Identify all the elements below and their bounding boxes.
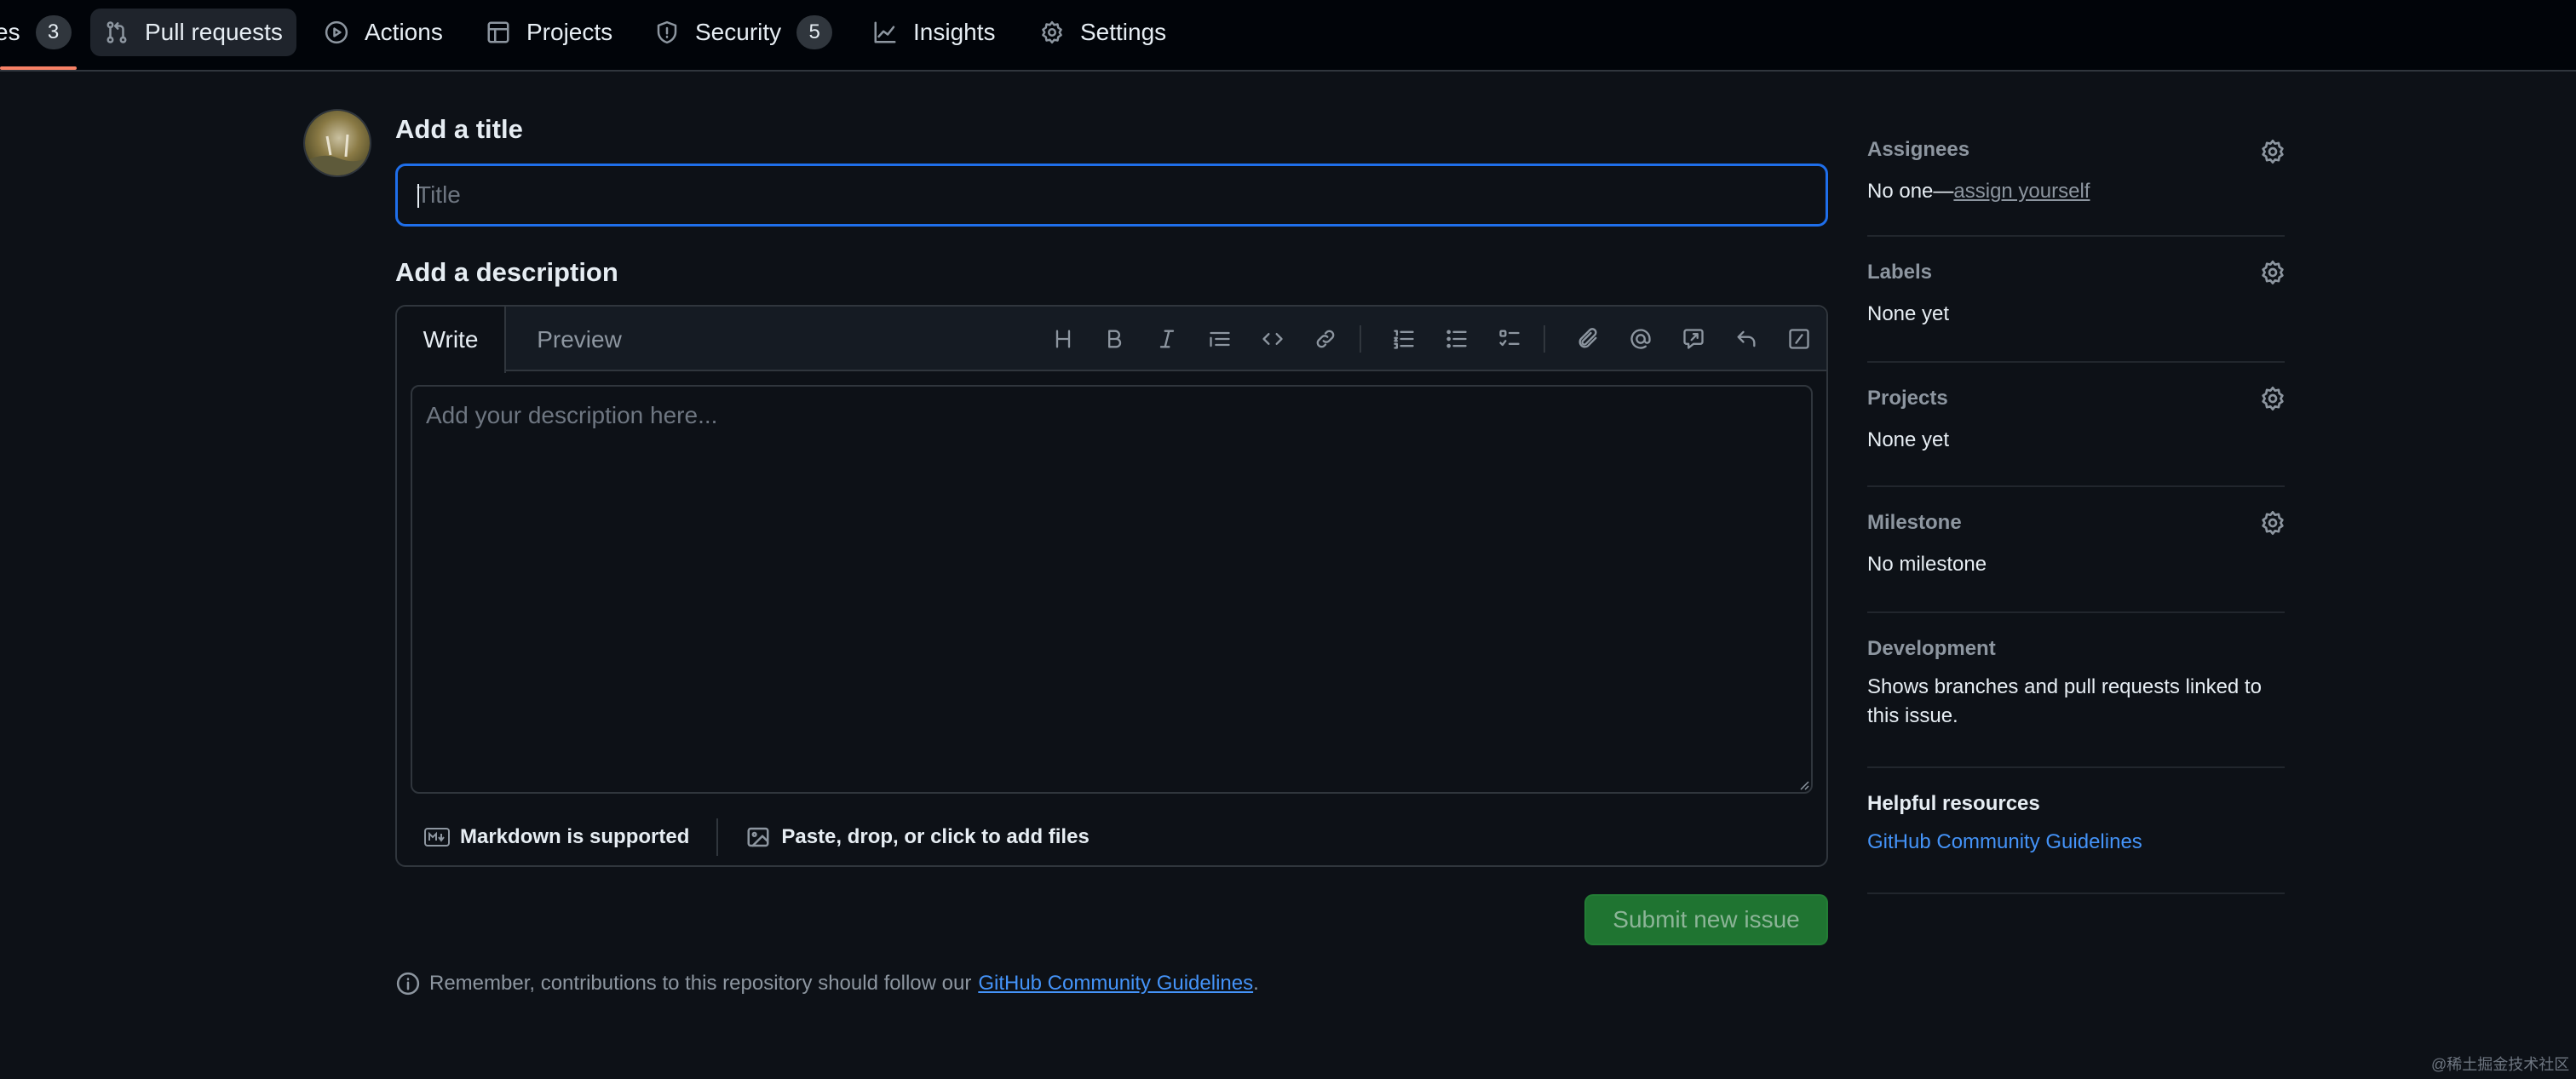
security-counter: 5 — [796, 15, 833, 49]
tab-pull-requests[interactable]: Pull requests — [90, 9, 296, 56]
task-list-icon[interactable] — [1492, 322, 1527, 356]
development-title: Development — [1867, 637, 1996, 660]
image-icon — [745, 824, 771, 850]
labels-title: Labels — [1867, 261, 1933, 284]
reminder-suffix: . — [1253, 972, 1259, 995]
watermark: @稀土掘金技术社区 — [2431, 1056, 2570, 1073]
numbered-list-icon[interactable] — [1387, 322, 1421, 356]
tab-insights-label: Insights — [913, 19, 996, 45]
unordered-list-icon[interactable] — [1440, 322, 1474, 356]
reference-icon[interactable] — [1676, 322, 1711, 356]
code-icon[interactable] — [1256, 322, 1290, 356]
title-input[interactable] — [395, 164, 1828, 227]
attach-icon[interactable] — [1571, 322, 1605, 356]
undo-icon[interactable] — [1729, 322, 1763, 356]
tab-security-label: Security — [695, 19, 782, 45]
tab-projects[interactable]: Projects — [472, 9, 626, 56]
markdown-note-label: Markdown is supported — [460, 825, 690, 848]
pull-request-icon — [104, 20, 129, 45]
tab-projects-label: Projects — [526, 19, 613, 45]
submit-new-issue-button[interactable]: Submit new issue — [1584, 894, 1828, 945]
markdown-icon — [424, 828, 450, 847]
tab-insights[interactable]: Insights — [859, 9, 1009, 56]
helpful-resources-section: Helpful resources GitHub Community Guide… — [1867, 768, 2285, 894]
mention-icon[interactable] — [1624, 322, 1658, 356]
bold-icon[interactable] — [1097, 322, 1131, 356]
active-tab-underline — [0, 66, 77, 70]
toolbar-divider — [1360, 325, 1361, 353]
title-heading: Add a title — [395, 114, 523, 144]
sidebar-guidelines-link[interactable]: GitHub Community Guidelines — [1867, 828, 2142, 857]
tab-write[interactable]: Write — [397, 307, 506, 373]
repo-nav: es 3 Pull requests Actions Projects Secu… — [0, 0, 2576, 72]
milestone-section: Milestone No milestone — [1867, 487, 2285, 613]
projects-gear-icon[interactable] — [2259, 385, 2286, 412]
description-textarea[interactable] — [411, 385, 1813, 794]
slash-commands-icon[interactable] — [1782, 322, 1816, 356]
community-guidelines-link[interactable]: GitHub Community Guidelines — [978, 972, 1253, 996]
assignees-value: No one—assign yourself — [1867, 177, 2090, 206]
markdown-note[interactable]: Markdown is supported — [397, 825, 716, 849]
assign-yourself-link[interactable]: assign yourself — [1953, 180, 2090, 203]
avatar[interactable] — [303, 109, 371, 177]
tab-settings-label: Settings — [1080, 19, 1167, 45]
labels-gear-icon[interactable] — [2259, 259, 2286, 286]
description-heading: Add a description — [395, 257, 618, 287]
heading-icon[interactable] — [1046, 322, 1080, 356]
milestone-value: No milestone — [1867, 553, 1987, 576]
link-icon[interactable] — [1308, 322, 1343, 356]
labels-section: Labels None yet — [1867, 237, 2285, 363]
tab-issues-label: es — [0, 19, 20, 45]
development-value-line1: Shows branches and pull requests linked … — [1867, 675, 2262, 698]
info-icon — [395, 971, 421, 996]
assignees-section: Assignees No one—assign yourself — [1867, 128, 2285, 237]
tab-issues[interactable]: es 3 — [0, 9, 85, 56]
labels-value: None yet — [1867, 302, 1950, 325]
reminder-text: Remember, contributions to this reposito… — [429, 972, 972, 995]
markdown-editor: Write Preview Add your description here.… — [395, 305, 1828, 867]
play-circle-icon — [324, 20, 349, 45]
add-files-label: Paste, drop, or click to add files — [781, 825, 1090, 848]
tab-preview[interactable]: Preview — [506, 307, 653, 373]
milestone-gear-icon[interactable] — [2259, 509, 2286, 537]
assignees-gear-icon[interactable] — [2259, 138, 2286, 165]
contribution-reminder: Remember, contributions to this reposito… — [395, 971, 1259, 996]
development-value-line2: this issue. — [1867, 704, 1958, 727]
tab-actions-label: Actions — [365, 19, 443, 45]
graph-icon — [872, 20, 898, 45]
tab-actions[interactable]: Actions — [310, 9, 457, 56]
table-icon — [486, 20, 511, 45]
tab-security[interactable]: Security 5 — [641, 9, 846, 56]
issues-counter: 3 — [35, 15, 72, 49]
resize-handle-icon[interactable] — [1799, 780, 1809, 790]
shield-icon — [654, 20, 680, 45]
editor-footer: Markdown is supported Paste, drop, or cl… — [397, 809, 1826, 865]
milestone-title: Milestone — [1867, 511, 1962, 534]
projects-section: Projects None yet — [1867, 363, 2285, 487]
projects-value: None yet — [1867, 428, 1950, 451]
assignees-title: Assignees — [1867, 138, 1970, 161]
italic-icon[interactable] — [1150, 322, 1184, 356]
tab-settings[interactable]: Settings — [1026, 9, 1180, 56]
helpful-resources-title: Helpful resources — [1867, 792, 2040, 815]
text-caret — [417, 184, 419, 208]
projects-title: Projects — [1867, 387, 1948, 410]
tab-pull-requests-label: Pull requests — [145, 19, 283, 45]
quote-icon[interactable] — [1203, 322, 1237, 356]
development-section: Development Shows branches and pull requ… — [1867, 613, 2285, 768]
assignees-none: No one— — [1867, 180, 1954, 203]
toolbar-divider — [1544, 325, 1545, 353]
gear-icon — [1039, 20, 1065, 45]
add-files-button[interactable]: Paste, drop, or click to add files — [718, 824, 1116, 850]
